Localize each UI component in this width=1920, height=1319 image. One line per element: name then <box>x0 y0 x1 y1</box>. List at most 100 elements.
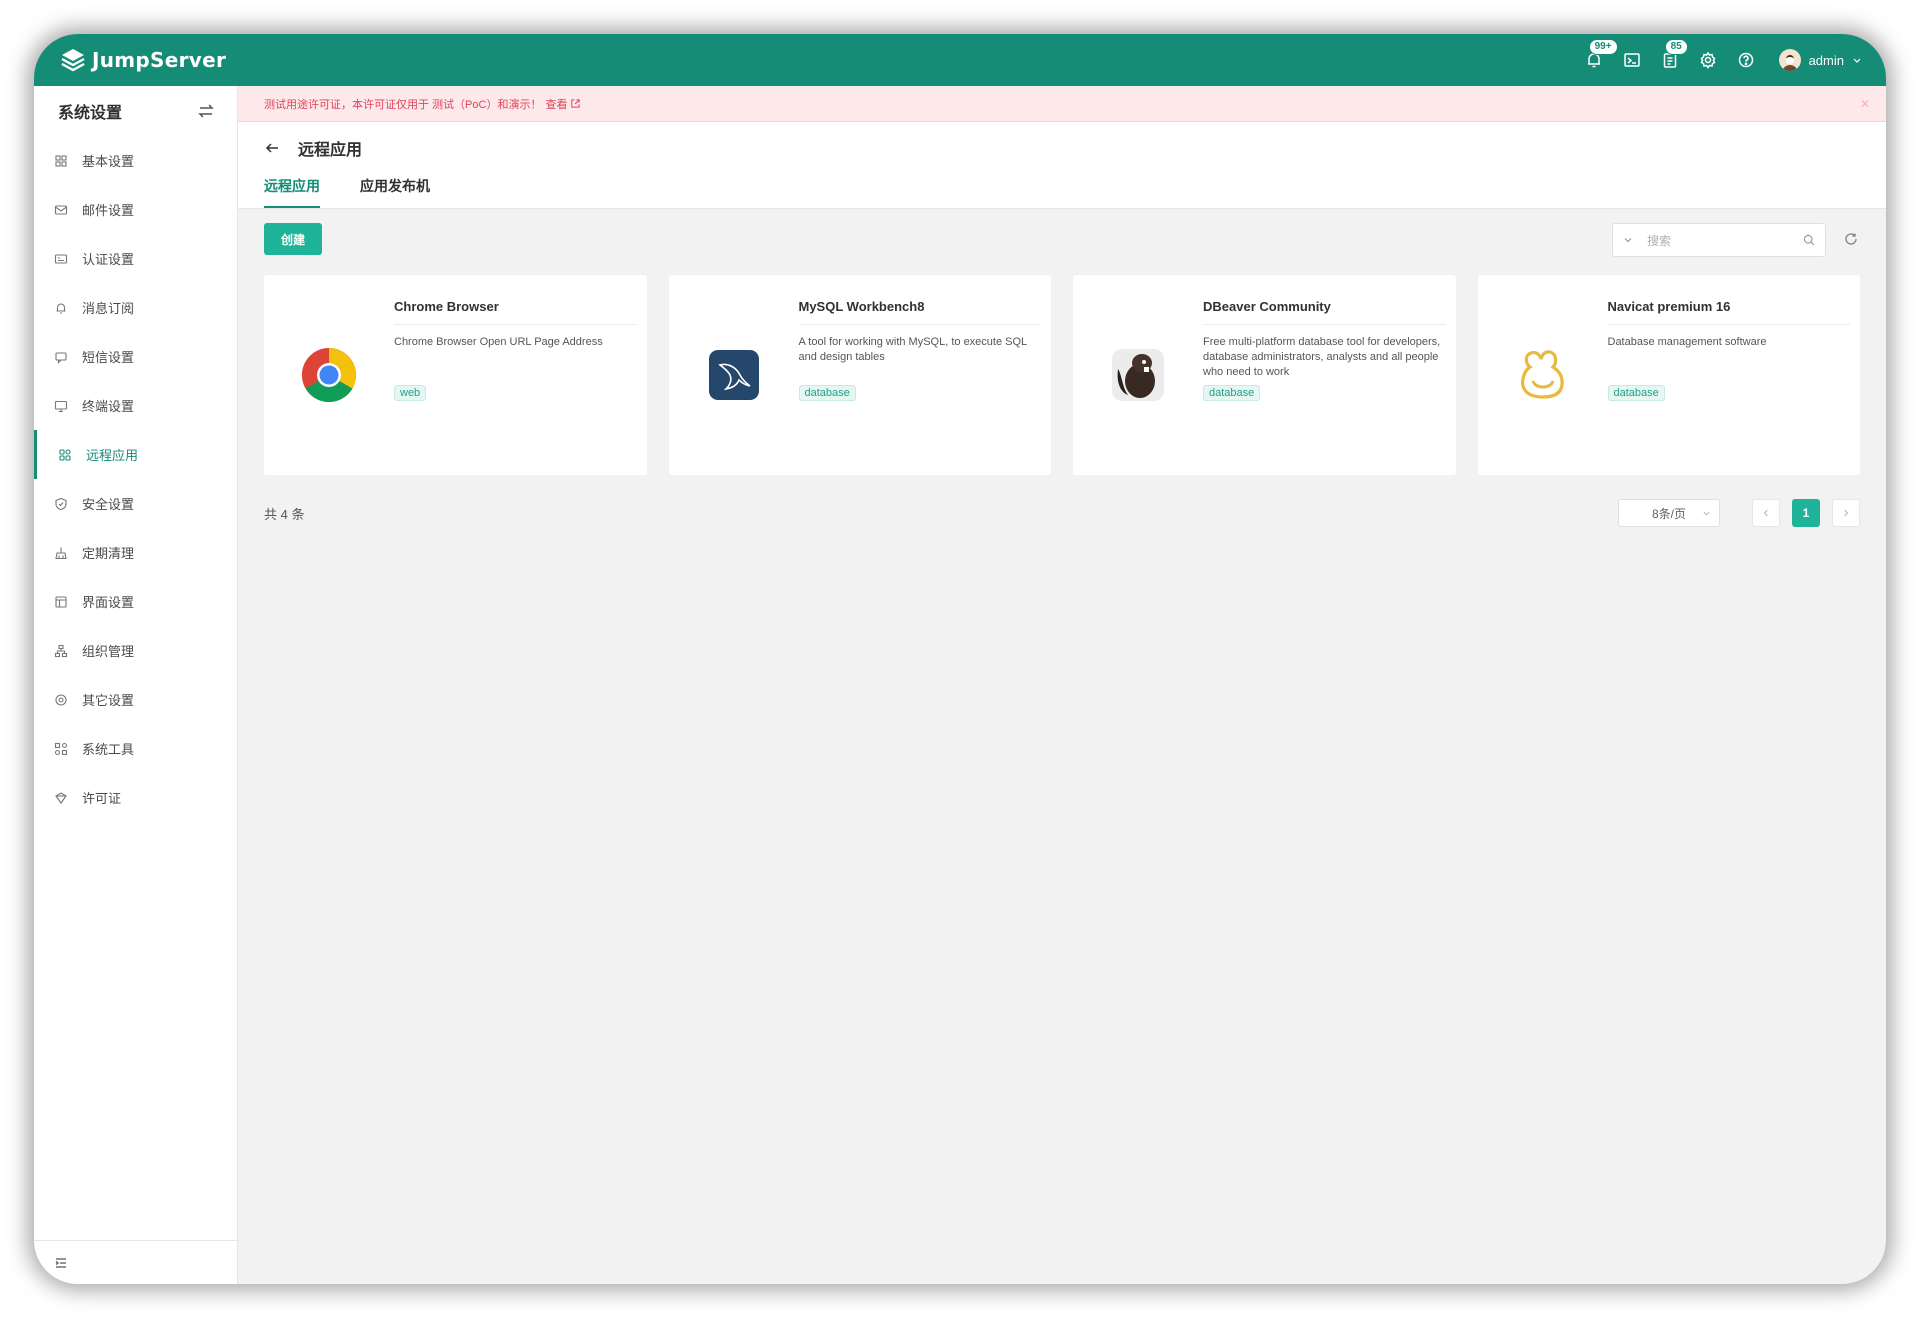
sidebar-item-label: 组织管理 <box>82 644 135 659</box>
app-logo <box>1073 275 1203 475</box>
app-card-title[interactable]: Chrome Browser <box>394 299 637 325</box>
app-card-title[interactable]: Navicat premium 16 <box>1607 299 1850 325</box>
apps-icon <box>59 448 71 461</box>
top-navbar: JumpServer 99+ 85 admin <box>34 34 1886 86</box>
app-card-title[interactable]: MySQL Workbench8 <box>798 299 1041 325</box>
user-name: admin <box>1808 52 1844 68</box>
brand[interactable]: JumpServer <box>60 47 226 73</box>
layout-icon <box>55 595 67 608</box>
sidebar-item-label: 邮件设置 <box>82 203 135 218</box>
sidebar-item-label: 基本设置 <box>82 154 135 169</box>
app-cards: Chrome Browser Chrome Browser Open URL Pa… <box>264 275 1860 475</box>
chevron-down-icon <box>1703 511 1710 516</box>
app-card-description: Chrome Browser Open URL Page Address <box>394 336 603 348</box>
close-icon[interactable]: ✕ <box>1860 97 1870 111</box>
refresh-icon[interactable] <box>1844 232 1858 246</box>
sidebar-item[interactable]: 消息订阅 <box>34 283 237 332</box>
chevron-left-icon <box>1763 509 1768 517</box>
sidebar-item[interactable]: 系统工具 <box>34 724 237 773</box>
notice-text: 测试用途许可证，本许可证仅用于 测试（PoC）和演示！ <box>264 98 542 111</box>
app-window: JumpServer 99+ 85 admin 系统设置 基本设置 邮件设置 认… <box>34 34 1886 1284</box>
search-input[interactable]: 搜索 <box>1612 223 1826 257</box>
tabs: 远程应用 应用发布机 <box>264 176 470 208</box>
search-icon[interactable] <box>1803 234 1815 246</box>
pagination-row: 共 4 条 8条/页 1 <box>264 498 1860 528</box>
sidebar-item[interactable]: 定期清理 <box>34 528 237 577</box>
app-card-description: Free multi-platform database tool for de… <box>1203 336 1441 378</box>
notice-view-link[interactable]: 查看 <box>545 96 567 112</box>
web-terminal-button[interactable] <box>1613 41 1651 79</box>
app-card[interactable]: Chrome Browser Chrome Browser Open URL Pa… <box>264 275 647 475</box>
dbeaver-icon <box>1112 349 1164 401</box>
app-card[interactable]: Navicat premium 16 Database management so… <box>1477 275 1860 475</box>
toolbar: 创建 搜索 <box>238 209 1886 275</box>
page-number[interactable]: 1 <box>1792 499 1820 527</box>
sidebar-footer <box>34 1240 237 1284</box>
tab-remote-apps[interactable]: 远程应用 <box>264 176 320 208</box>
prev-page-button[interactable] <box>1752 499 1780 527</box>
notifications-button[interactable]: 99+ <box>1575 39 1618 79</box>
sidebar-item-label: 终端设置 <box>82 399 135 414</box>
app-card[interactable]: MySQL Workbench8 A tool for working with … <box>668 275 1051 475</box>
collapse-sidebar-icon[interactable] <box>54 1256 68 1270</box>
app-card-title[interactable]: DBeaver Community <box>1203 299 1446 325</box>
chevron-down-icon[interactable] <box>1623 235 1633 245</box>
grid-icon <box>55 154 67 167</box>
app-logo <box>669 275 799 475</box>
sidebar-item-label: 消息订阅 <box>82 301 135 316</box>
id-card-icon <box>54 253 68 264</box>
page-header: 远程应用 远程应用 应用发布机 <box>238 122 1886 209</box>
app-card-tag: database <box>1607 385 1665 401</box>
sidebar-item[interactable]: 界面设置 <box>34 577 237 626</box>
sidebar-item[interactable]: 基本设置 <box>34 136 237 185</box>
chevron-down-icon <box>1853 58 1861 63</box>
sidebar-item-label: 界面设置 <box>82 595 135 610</box>
app-card-tag: web <box>394 385 427 401</box>
page-size-select[interactable]: 8条/页 <box>1618 499 1720 527</box>
broom-icon <box>55 547 67 559</box>
sidebar-item[interactable]: 远程应用 <box>34 430 237 479</box>
license-icon <box>55 791 67 804</box>
settings-icon <box>55 693 67 706</box>
main-content: 测试用途许可证，本许可证仅用于 测试（PoC）和演示！ 查看 ✕ 远程应用 远程… <box>238 86 1886 1284</box>
terminal-icon <box>1623 53 1640 67</box>
tickets-button[interactable]: 85 <box>1651 39 1689 79</box>
chevron-right-icon <box>1844 509 1849 517</box>
tools-icon <box>54 742 68 755</box>
sidebar-item[interactable]: 短信设置 <box>34 332 237 381</box>
sidebar-item[interactable]: 组织管理 <box>34 626 237 675</box>
sidebar-item[interactable]: 其它设置 <box>34 675 237 724</box>
sidebar: 系统设置 基本设置 邮件设置 认证设置 消息订阅 短信设置 终端设置 远程应用 安全设置 定期清… <box>34 86 238 1284</box>
app-card[interactable]: DBeaver Community Free multi-platform dat… <box>1073 275 1456 475</box>
sidebar-item[interactable]: 安全设置 <box>34 479 237 528</box>
sidebar-item-label: 其它设置 <box>82 693 135 708</box>
settings-button[interactable] <box>1689 41 1727 79</box>
next-page-button[interactable] <box>1832 499 1860 527</box>
search-placeholder: 搜索 <box>1647 233 1672 248</box>
external-link-icon[interactable] <box>570 98 581 109</box>
sidebar-item-label: 认证设置 <box>82 252 135 267</box>
tickets-badge: 85 <box>1664 39 1688 55</box>
back-arrow-icon[interactable] <box>264 140 280 156</box>
sidebar-item-label: 短信设置 <box>82 350 135 365</box>
pagination: 8条/页 1 <box>1618 499 1860 527</box>
sidebar-item[interactable]: 认证设置 <box>34 234 237 283</box>
avatar <box>1778 49 1801 71</box>
sidebar-menu: 基本设置邮件设置认证设置消息订阅短信设置终端设置远程应用 安全设置定期清理界面设置… <box>34 136 237 822</box>
sidebar-item[interactable]: 终端设置 <box>34 381 237 430</box>
tab-app-publisher[interactable]: 应用发布机 <box>360 176 430 208</box>
help-icon <box>1738 52 1753 68</box>
sidebar-item[interactable]: 许可证 <box>34 773 237 822</box>
user-menu[interactable]: admin <box>1778 49 1862 71</box>
mysql-dolphin-icon <box>708 350 759 400</box>
create-button[interactable]: 创建 <box>264 223 322 255</box>
page-title: 远程应用 <box>298 142 363 159</box>
sidebar-item-label: 系统工具 <box>82 742 135 757</box>
help-button[interactable] <box>1727 41 1765 79</box>
monitor-icon <box>54 400 68 412</box>
org-icon <box>54 644 68 657</box>
sidebar-item[interactable]: 邮件设置 <box>34 185 237 234</box>
sidebar-item-label: 许可证 <box>82 791 122 806</box>
switch-view-icon[interactable] <box>197 102 215 120</box>
sidebar-item-label: 定期清理 <box>82 546 135 561</box>
